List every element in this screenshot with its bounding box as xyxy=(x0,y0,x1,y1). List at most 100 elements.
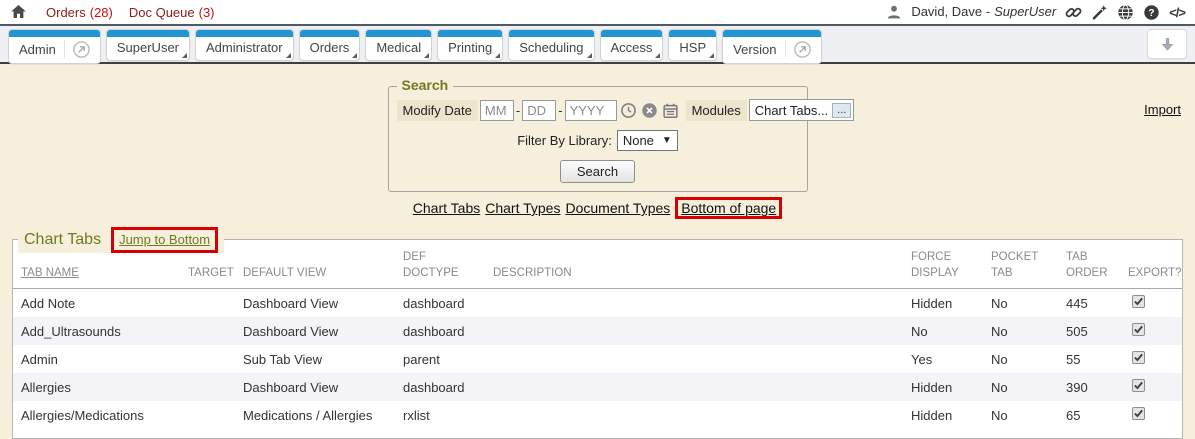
column-header-description: DESCRIPTION xyxy=(485,246,903,289)
bottom-of-page-link[interactable]: Bottom of page xyxy=(681,200,776,216)
tab-admin[interactable]: Admin xyxy=(8,29,101,64)
library-select-value: None xyxy=(623,133,654,148)
tab-scheduling-label: Scheduling xyxy=(519,40,583,55)
import-link[interactable]: Import xyxy=(1144,102,1181,117)
table-row[interactable]: Add_Ultrasounds Dashboard View dashboard… xyxy=(13,317,1182,345)
month-input[interactable] xyxy=(480,100,514,121)
tab-hsp-label: HSP xyxy=(679,40,706,55)
down-arrow-icon[interactable] xyxy=(1147,29,1187,59)
chart-tabs-link[interactable]: Chart Tabs xyxy=(413,200,480,216)
open-in-new-icon[interactable] xyxy=(794,41,811,58)
chart-types-link[interactable]: Chart Types xyxy=(485,200,560,216)
cell-pocket-tab: No xyxy=(983,373,1058,401)
page-content: Import Search Modify Date - - Modules Ch… xyxy=(0,86,1195,435)
nav-orders[interactable]: Orders (28) xyxy=(46,5,113,20)
cell-tab-order: 505 xyxy=(1058,317,1120,345)
clear-icon[interactable] xyxy=(641,102,658,119)
open-in-new-icon[interactable] xyxy=(73,41,90,58)
cell-tab-order: 65 xyxy=(1058,401,1120,429)
year-input[interactable] xyxy=(565,100,617,121)
help-icon[interactable]: ? xyxy=(1143,4,1160,21)
tab-cap xyxy=(366,30,431,37)
nav-doc-queue[interactable]: Doc Queue (3) xyxy=(129,5,215,20)
tab-hsp[interactable]: HSP xyxy=(668,29,717,61)
table-row[interactable]: Add Note Dashboard View dashboard Hidden… xyxy=(13,289,1182,318)
tab-admin-label: Admin xyxy=(19,42,56,57)
column-header-force-display: FORCE DISPLAY xyxy=(903,246,983,289)
day-input[interactable] xyxy=(522,100,556,121)
modules-picker-button[interactable]: ... xyxy=(832,103,851,118)
user-role: SuperUser xyxy=(994,4,1056,19)
tab-cap xyxy=(196,30,293,37)
tab-orders[interactable]: Orders xyxy=(299,29,361,61)
search-button[interactable]: Search xyxy=(560,160,635,183)
cell-description xyxy=(485,289,903,318)
cell-force-display: Yes xyxy=(903,345,983,373)
tab-cap xyxy=(723,30,820,37)
chart-tabs-panel-legend: Chart Tabs Jump to Bottom xyxy=(18,227,224,253)
tab-divider xyxy=(785,40,786,58)
wand-icon[interactable] xyxy=(1091,4,1108,21)
table-row[interactable]: Allergies Dashboard View dashboard Hidde… xyxy=(13,373,1182,401)
tab-divider xyxy=(64,40,65,58)
code-icon[interactable]: </> xyxy=(1169,5,1185,20)
tab-medical[interactable]: Medical xyxy=(365,29,432,61)
tab-superuser[interactable]: SuperUser xyxy=(106,29,190,61)
export-checkbox[interactable] xyxy=(1132,407,1145,420)
cell-pocket-tab: No xyxy=(983,401,1058,429)
cell-tab-order: 55 xyxy=(1058,345,1120,373)
column-header-default-view: DEFAULT VIEW xyxy=(235,246,395,289)
tab-access[interactable]: Access xyxy=(600,29,664,61)
cell-pocket-tab: No xyxy=(983,289,1058,318)
search-row-date: Modify Date - - Modules Chart Tabs... ..… xyxy=(397,99,799,121)
cell-description xyxy=(485,317,903,345)
cell-default-view: Medications / Allergies xyxy=(235,401,395,429)
table-row[interactable]: Admin Sub Tab View parent Yes No 55 xyxy=(13,345,1182,373)
module-tab-strip: Admin SuperUser Administrator Orders Med… xyxy=(0,26,1195,64)
tab-administrator-label: Administrator xyxy=(206,40,283,55)
tab-menu-indicator xyxy=(587,53,592,58)
cell-tab-name: Allergies/Medications xyxy=(13,401,180,429)
column-header-def-doctype: DEF DOCTYPE xyxy=(395,246,485,289)
clock-icon[interactable] xyxy=(620,102,637,119)
link-icon[interactable] xyxy=(1065,4,1082,21)
cell-def-doctype: dashboard xyxy=(395,317,485,345)
cell-default-view: Dashboard View xyxy=(235,373,395,401)
home-icon[interactable] xyxy=(10,4,28,20)
tab-cap xyxy=(601,30,663,37)
export-checkbox[interactable] xyxy=(1132,323,1145,336)
export-checkbox[interactable] xyxy=(1132,295,1145,308)
export-checkbox[interactable] xyxy=(1132,379,1145,392)
tab-orders-label: Orders xyxy=(310,40,350,55)
table-row[interactable]: Allergies/Medications Medications / Alle… xyxy=(13,401,1182,429)
tab-printing[interactable]: Printing xyxy=(437,29,503,61)
library-select[interactable]: None ▼ xyxy=(617,130,678,151)
cell-default-view: Sub Tab View xyxy=(235,345,395,373)
tab-cap xyxy=(300,30,360,37)
column-header-tab-name[interactable]: TAB NAME xyxy=(21,267,79,279)
jump-to-bottom-link[interactable]: Jump to Bottom xyxy=(119,232,210,247)
tab-version[interactable]: Version xyxy=(722,29,821,64)
modules-field[interactable]: Chart Tabs... ... xyxy=(749,99,855,121)
tab-scheduling[interactable]: Scheduling xyxy=(508,29,594,61)
export-checkbox[interactable] xyxy=(1132,351,1145,364)
cell-tab-order: 390 xyxy=(1058,373,1120,401)
calendar-icon[interactable] xyxy=(662,102,679,119)
document-types-link[interactable]: Document Types xyxy=(565,200,670,216)
top-right-group: David, Dave - SuperUser ? </> xyxy=(885,3,1185,21)
cell-def-doctype: dashboard xyxy=(395,289,485,318)
nav-orders-count: (28) xyxy=(90,5,113,20)
tab-menu-indicator xyxy=(352,53,357,58)
tab-menu-indicator xyxy=(495,53,500,58)
user-name: David, Dave - xyxy=(911,4,990,19)
tab-superuser-label: SuperUser xyxy=(117,40,179,55)
annotation-box-jump-to-bottom: Jump to Bottom xyxy=(111,227,218,253)
cell-tab-name: Add_Ultrasounds xyxy=(13,317,180,345)
cell-def-doctype: parent xyxy=(395,345,485,373)
annotation-box-bottom-of-page: Bottom of page xyxy=(675,197,782,219)
chart-tabs-table: TAB NAME TARGET DEFAULT VIEW DEF DOCTYPE… xyxy=(13,246,1182,429)
tab-administrator[interactable]: Administrator xyxy=(195,29,294,61)
globe-icon[interactable] xyxy=(1117,4,1134,21)
modules-label: Modules xyxy=(686,100,747,121)
tab-medical-label: Medical xyxy=(376,40,421,55)
